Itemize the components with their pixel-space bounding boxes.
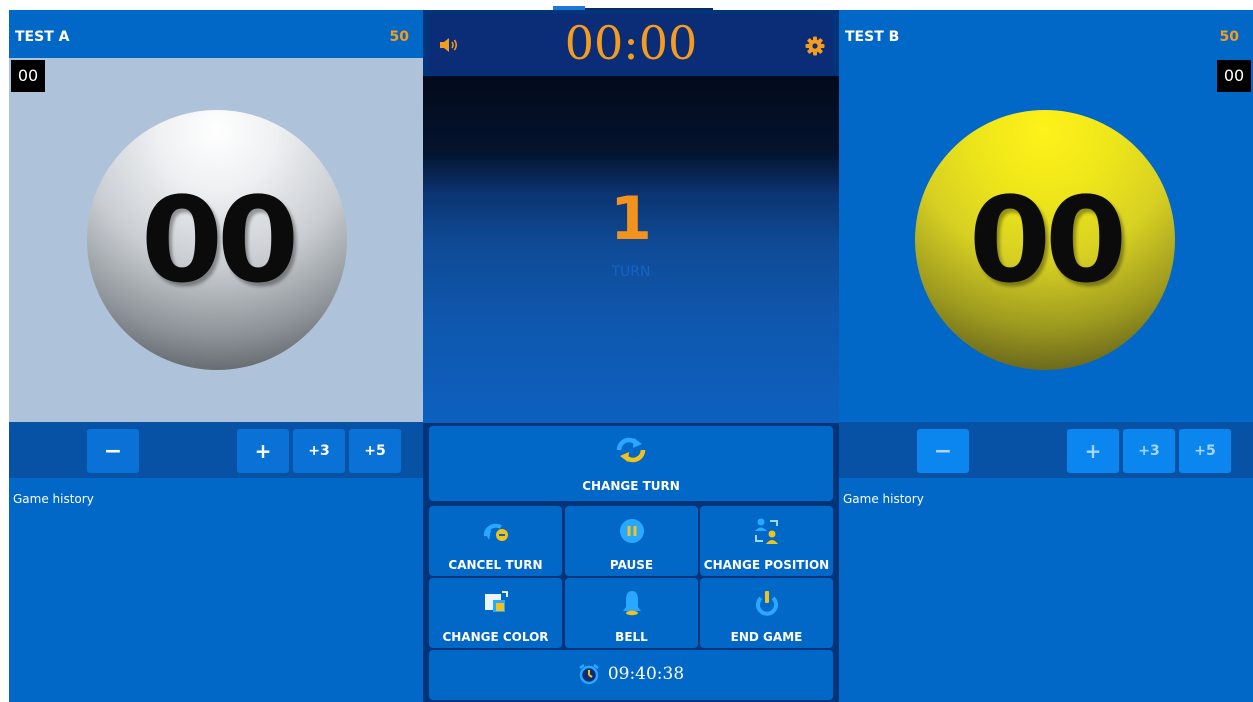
turn-label: TURN [611,264,651,280]
bell-label: BELL [615,630,648,644]
pause-label: PAUSE [609,558,654,572]
pause-button[interactable]: PAUSE [565,506,698,576]
player-a-plus5-button[interactable]: +5 [349,429,401,473]
center-top-indicator [553,0,713,10]
player-a-plus3-button[interactable]: +3 [293,429,345,473]
player-b-plus5-button[interactable]: +5 [1179,429,1231,473]
turn-display: 1 TURN [423,76,839,423]
player-b-score: 50 [1219,29,1239,45]
player-a-score: 50 [389,29,409,45]
change-color-button[interactable]: CHANGE COLOR [429,578,562,648]
change-position-button[interactable]: CHANGE POSITION [700,506,833,576]
player-a-ball[interactable]: 00 [87,110,347,370]
player-a-panel: TEST A 50 00 00 − + +3 +5 Game history [9,10,423,702]
player-a-minus-button[interactable]: − [87,429,139,473]
change-turn-label: CHANGE TURN [582,479,680,493]
player-b-controls: − + +3 +5 [839,422,1253,478]
player-b-minus-button[interactable]: − [917,429,969,473]
alarm-clock-icon [579,664,599,685]
current-time: 09:40:38 [607,664,685,684]
change-turn-button[interactable]: CHANGE TURN [429,426,833,501]
player-b-ball[interactable]: 00 [915,110,1175,370]
player-b-panel: TEST B 50 00 00 − + +3 +5 Game history [839,10,1253,702]
cancel-turn-button[interactable]: CANCEL TURN [429,506,562,576]
player-b-header: TEST B 50 [839,10,1253,58]
change-color-label: CHANGE COLOR [442,630,549,644]
swap-arrows-icon [616,437,646,463]
player-b-name: TEST B [845,29,900,45]
color-swap-icon [484,591,508,612]
bell-button[interactable]: BELL [565,578,698,648]
player-a-mini-counter: 00 [11,60,45,92]
swap-users-icon [754,518,778,544]
change-position-label: CHANGE POSITION [703,558,830,572]
turn-number: 1 [610,184,652,254]
player-b-plus3-button[interactable]: +3 [1123,429,1175,473]
player-b-mini-counter: 00 [1217,60,1251,92]
timer-bar: 00:00 [429,14,833,74]
bell-icon [622,591,641,616]
center-column: 00:00 1 TURN CHANGE TURN CANCEL TURN PAU… [423,10,839,702]
player-b-ball-area[interactable]: 00 00 [839,58,1253,422]
player-b-plus-button[interactable]: + [1067,429,1119,473]
power-icon [755,591,778,616]
game-timer: 00:00 [564,16,698,70]
end-game-label: END GAME [730,630,803,644]
player-a-name: TEST A [15,29,70,45]
cancel-turn-label: CANCEL TURN [448,558,543,572]
player-b-ball-number: 00 [968,171,1127,309]
player-a-controls: − + +3 +5 [9,422,423,478]
pause-icon [619,519,644,543]
player-a-header: TEST A 50 [9,10,423,58]
clock-bar: 09:40:38 [429,650,833,700]
player-a-ball-area[interactable]: 00 00 [9,58,423,422]
player-a-ball-number: 00 [140,171,299,309]
player-a-plus-button[interactable]: + [237,429,289,473]
player-a-history-label: Game history [13,492,94,506]
end-game-button[interactable]: END GAME [700,578,833,648]
undo-icon [483,523,508,541]
player-b-history-label: Game history [843,492,924,506]
gear-icon[interactable] [805,36,825,56]
